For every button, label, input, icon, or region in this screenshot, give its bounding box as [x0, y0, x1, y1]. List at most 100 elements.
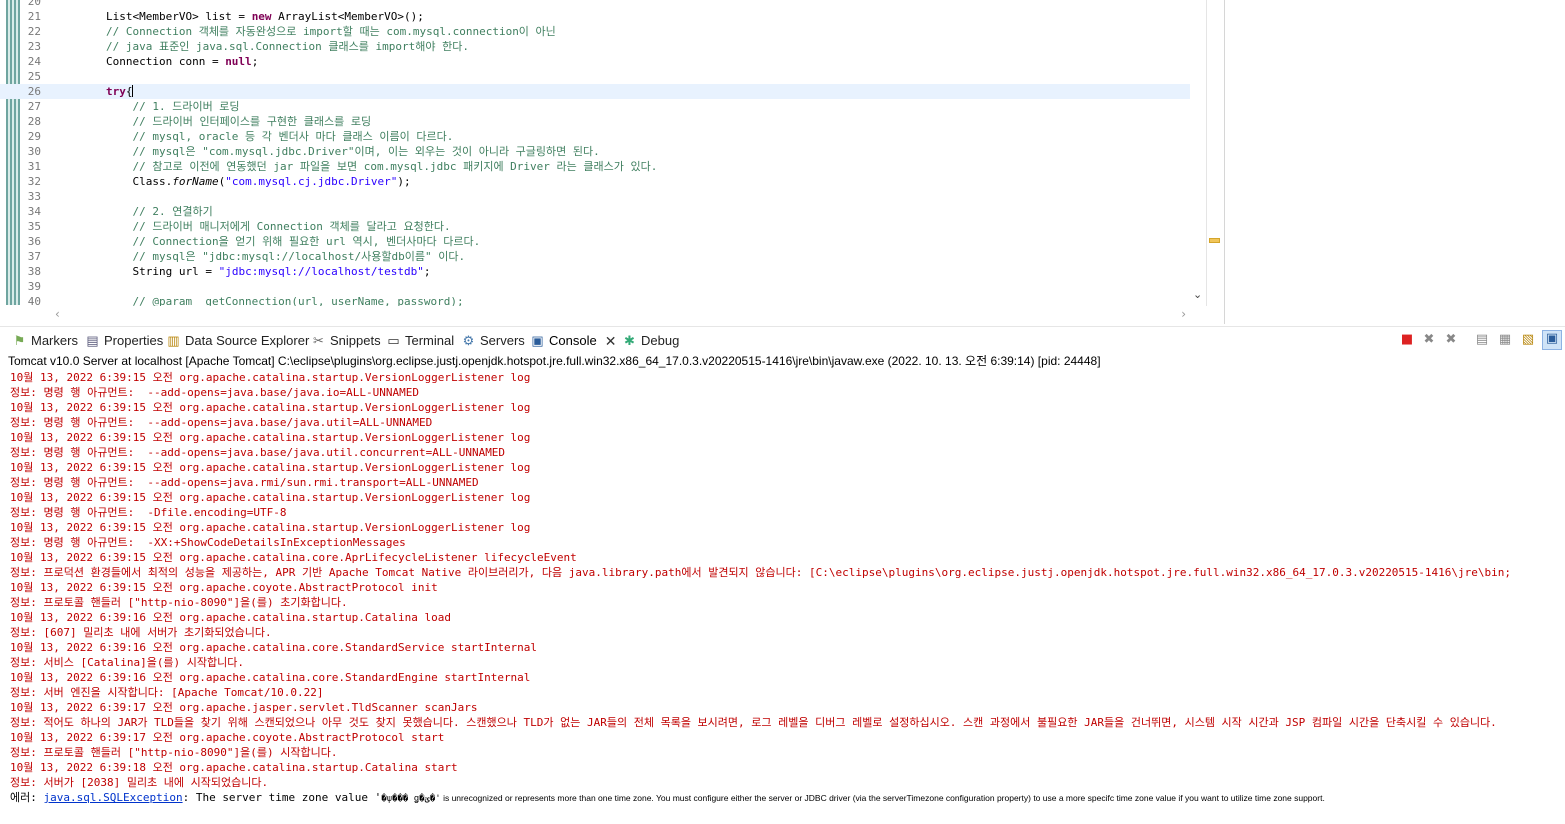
code-line[interactable]: 25 — [0, 69, 1190, 84]
console-line: 정보: 프로토콜 핸들러 ["http-nio-8090"]을(를) 초기화합니… — [10, 596, 348, 609]
console-line: 10월 13, 2022 6:39:16 오전 org.apache.catal… — [10, 641, 538, 654]
error-message: : The server time zone value ' — [182, 791, 382, 804]
code-line[interactable]: 30 // mysql은 "com.mysql.jdbc.Driver"이며, … — [0, 144, 1190, 159]
code-line[interactable]: 33 — [0, 189, 1190, 204]
code-text[interactable]: Connection conn = null; — [53, 54, 258, 69]
line-number: 25 — [27, 70, 41, 83]
code-text[interactable]: // java 표준인 java.sql.Connection 클래스를 imp… — [53, 39, 469, 54]
clear-console-icon[interactable]: ▤ — [1474, 332, 1490, 348]
code-line[interactable]: 27 // 1. 드라이버 로딩 — [0, 99, 1190, 114]
terminal-icon: ▭ — [387, 333, 400, 348]
code-line[interactable]: 35 // 드라이버 매니저에게 Connection 객체를 달라고 요청한다… — [0, 219, 1190, 234]
exception-link[interactable]: java.sql.SQLException — [44, 791, 183, 804]
markers-icon: ⚑ — [13, 333, 26, 348]
code-text[interactable]: // 드라이버 인터페이스를 구현한 클래스를 로딩 — [53, 114, 371, 129]
console-error-line: 에러: java.sql.SQLException: The server ti… — [10, 790, 1565, 805]
line-number: 39 — [27, 280, 41, 293]
console-icon: ▣ — [531, 333, 544, 348]
console-line: 정보: [607] 밀리초 내에 서버가 초기화되었습니다. — [10, 626, 272, 639]
console-line: 정보: 명령 행 아규먼트: --add-opens=java.base/jav… — [10, 386, 419, 399]
console-line: 10월 13, 2022 6:39:15 오전 org.apache.catal… — [10, 461, 531, 474]
tab-debug[interactable]: ✱ Debug — [622, 330, 679, 352]
code-lines[interactable]: 20 21 List<MemberVO> list = new ArrayList… — [0, 0, 1190, 309]
console-line: 10월 13, 2022 6:39:15 오전 org.apache.catal… — [10, 521, 531, 534]
line-number: 34 — [27, 205, 41, 218]
code-text[interactable]: Class.forName("com.mysql.cj.jdbc.Driver"… — [53, 174, 410, 189]
code-line[interactable]: 21 List<MemberVO> list = new ArrayList<M… — [0, 9, 1190, 24]
code-line[interactable]: 36 // Connection을 얻기 위해 필요한 url 역시, 벤더사마… — [0, 234, 1190, 249]
editor-horizontal-scrollbar[interactable]: ‹ › — [53, 306, 1190, 322]
tab-properties[interactable]: ▤ Properties — [85, 330, 163, 352]
tab-label: Data Source Explorer — [185, 333, 310, 348]
console-line: 정보: 프로토콜 핸들러 ["http-nio-8090"]을(를) 시작합니다… — [10, 746, 338, 759]
line-number: 38 — [27, 265, 41, 278]
console-line: 10월 13, 2022 6:39:15 오전 org.apache.catal… — [10, 401, 531, 414]
scroll-left-icon[interactable]: ‹ — [55, 307, 60, 321]
code-line[interactable]: 26 try{ — [0, 84, 1190, 99]
properties-icon: ▤ — [86, 333, 99, 348]
tab-servers[interactable]: ⚙ Servers — [461, 330, 525, 352]
code-line[interactable]: 37 // mysql은 "jdbc:mysql://localhost/사용할… — [0, 249, 1190, 264]
code-line[interactable]: 38 String url = "jdbc:mysql://localhost/… — [0, 264, 1190, 279]
remove-all-terminated-icon[interactable]: ✖ — [1443, 332, 1459, 348]
code-text[interactable]: String url = "jdbc:mysql://localhost/tes… — [53, 264, 430, 279]
code-line[interactable]: 20 — [0, 0, 1190, 9]
pin-console-icon[interactable]: ▧ — [1520, 332, 1536, 348]
line-number: 21 — [27, 10, 41, 23]
code-line[interactable]: 22 // Connection 객체를 자동완성으로 import할 때는 c… — [0, 24, 1190, 39]
line-number: 30 — [27, 145, 41, 158]
editor-vertical-scrollbar[interactable]: ⌄ — [1190, 0, 1206, 306]
code-line[interactable]: 28 // 드라이버 인터페이스를 구현한 클래스를 로딩 — [0, 114, 1190, 129]
code-text[interactable]: // 1. 드라이버 로딩 — [53, 99, 239, 114]
code-text[interactable]: // mysql은 "jdbc:mysql://localhost/사용할db이… — [53, 249, 465, 264]
error-detail: is unrecognized or represents more than … — [440, 793, 1325, 803]
tab-data-source-explorer[interactable]: ▥ Data Source Explorer — [166, 330, 309, 352]
console-line: 정보: 명령 행 아규먼트: --add-opens=java.base/jav… — [10, 416, 433, 429]
line-number: 33 — [27, 190, 41, 203]
line-number: 37 — [27, 250, 41, 263]
code-line[interactable]: 31 // 참고로 이전에 연동했던 jar 파일을 보면 com.mysql.… — [0, 159, 1190, 174]
line-number: 24 — [27, 55, 41, 68]
code-text[interactable]: // mysql은 "com.mysql.jdbc.Driver"이며, 이는 … — [53, 144, 599, 159]
overview-ruler[interactable] — [1206, 0, 1221, 306]
scroll-right-icon[interactable]: › — [1181, 307, 1186, 321]
code-line[interactable]: 32 Class.forName("com.mysql.cj.jdbc.Driv… — [0, 174, 1190, 189]
code-text[interactable]: // 참고로 이전에 연동했던 jar 파일을 보면 com.mysql.jdb… — [53, 159, 657, 174]
tab-terminal[interactable]: ▭ Terminal — [386, 330, 454, 352]
line-number: 26 — [27, 85, 41, 98]
tab-console[interactable]: ▣ Console ✕ — [530, 330, 616, 352]
code-text[interactable]: try{ — [53, 84, 134, 99]
tab-snippets[interactable]: ✂ Snippets — [311, 330, 381, 352]
code-text[interactable]: // 드라이버 매니저에게 Connection 객체를 달라고 요청한다. — [53, 219, 450, 234]
code-text[interactable]: // Connection 객체를 자동완성으로 import할 때는 com.… — [53, 24, 556, 39]
code-line[interactable]: 34 // 2. 연결하기 — [0, 204, 1190, 219]
console-output[interactable]: 10월 13, 2022 6:39:15 오전 org.apache.catal… — [10, 370, 1565, 805]
code-text[interactable]: // 2. 연결하기 — [53, 204, 212, 219]
code-text[interactable]: List<MemberVO> list = new ArrayList<Memb… — [53, 9, 424, 24]
outline-pane — [1224, 0, 1565, 324]
console-line: 10월 13, 2022 6:39:16 오전 org.apache.catal… — [10, 611, 451, 624]
code-line[interactable]: 39 — [0, 279, 1190, 294]
warning-marker[interactable] — [1209, 238, 1220, 243]
console-line: 정보: 명령 행 아규먼트: --add-opens=java.base/jav… — [10, 446, 506, 459]
code-line[interactable]: 24 Connection conn = null; — [0, 54, 1190, 69]
code-text[interactable]: // mysql, oracle 등 각 벤더사 마다 클래스 이름이 다르다. — [53, 129, 453, 144]
tab-label: Servers — [480, 333, 525, 348]
code-text[interactable]: // Connection을 얻기 위해 필요한 url 역시, 벤더사마다 다… — [53, 234, 480, 249]
scroll-down-icon[interactable]: ⌄ — [1193, 288, 1202, 301]
console-line: 10월 13, 2022 6:39:15 오전 org.apache.catal… — [10, 491, 531, 504]
close-icon[interactable]: ✕ — [605, 330, 617, 352]
snippets-icon: ✂ — [313, 333, 324, 348]
code-editor[interactable]: 20 21 List<MemberVO> list = new ArrayList… — [0, 0, 1224, 324]
display-console-icon[interactable]: ▣ — [1542, 330, 1562, 350]
data-source-icon: ▥ — [167, 333, 180, 348]
scroll-lock-icon[interactable]: ▦ — [1497, 332, 1513, 348]
code-line[interactable]: 29 // mysql, oracle 등 각 벤더사 마다 클래스 이름이 다… — [0, 129, 1190, 144]
line-number: 36 — [27, 235, 41, 248]
remove-launch-icon[interactable]: ✖ — [1421, 332, 1437, 348]
tab-markers[interactable]: ⚑ Markers — [12, 330, 78, 352]
text-caret — [132, 85, 134, 97]
code-line[interactable]: 23 // java 표준인 java.sql.Connection 클래스를 … — [0, 39, 1190, 54]
terminate-icon[interactable]: ■ — [1399, 332, 1415, 348]
line-number: 22 — [27, 25, 41, 38]
